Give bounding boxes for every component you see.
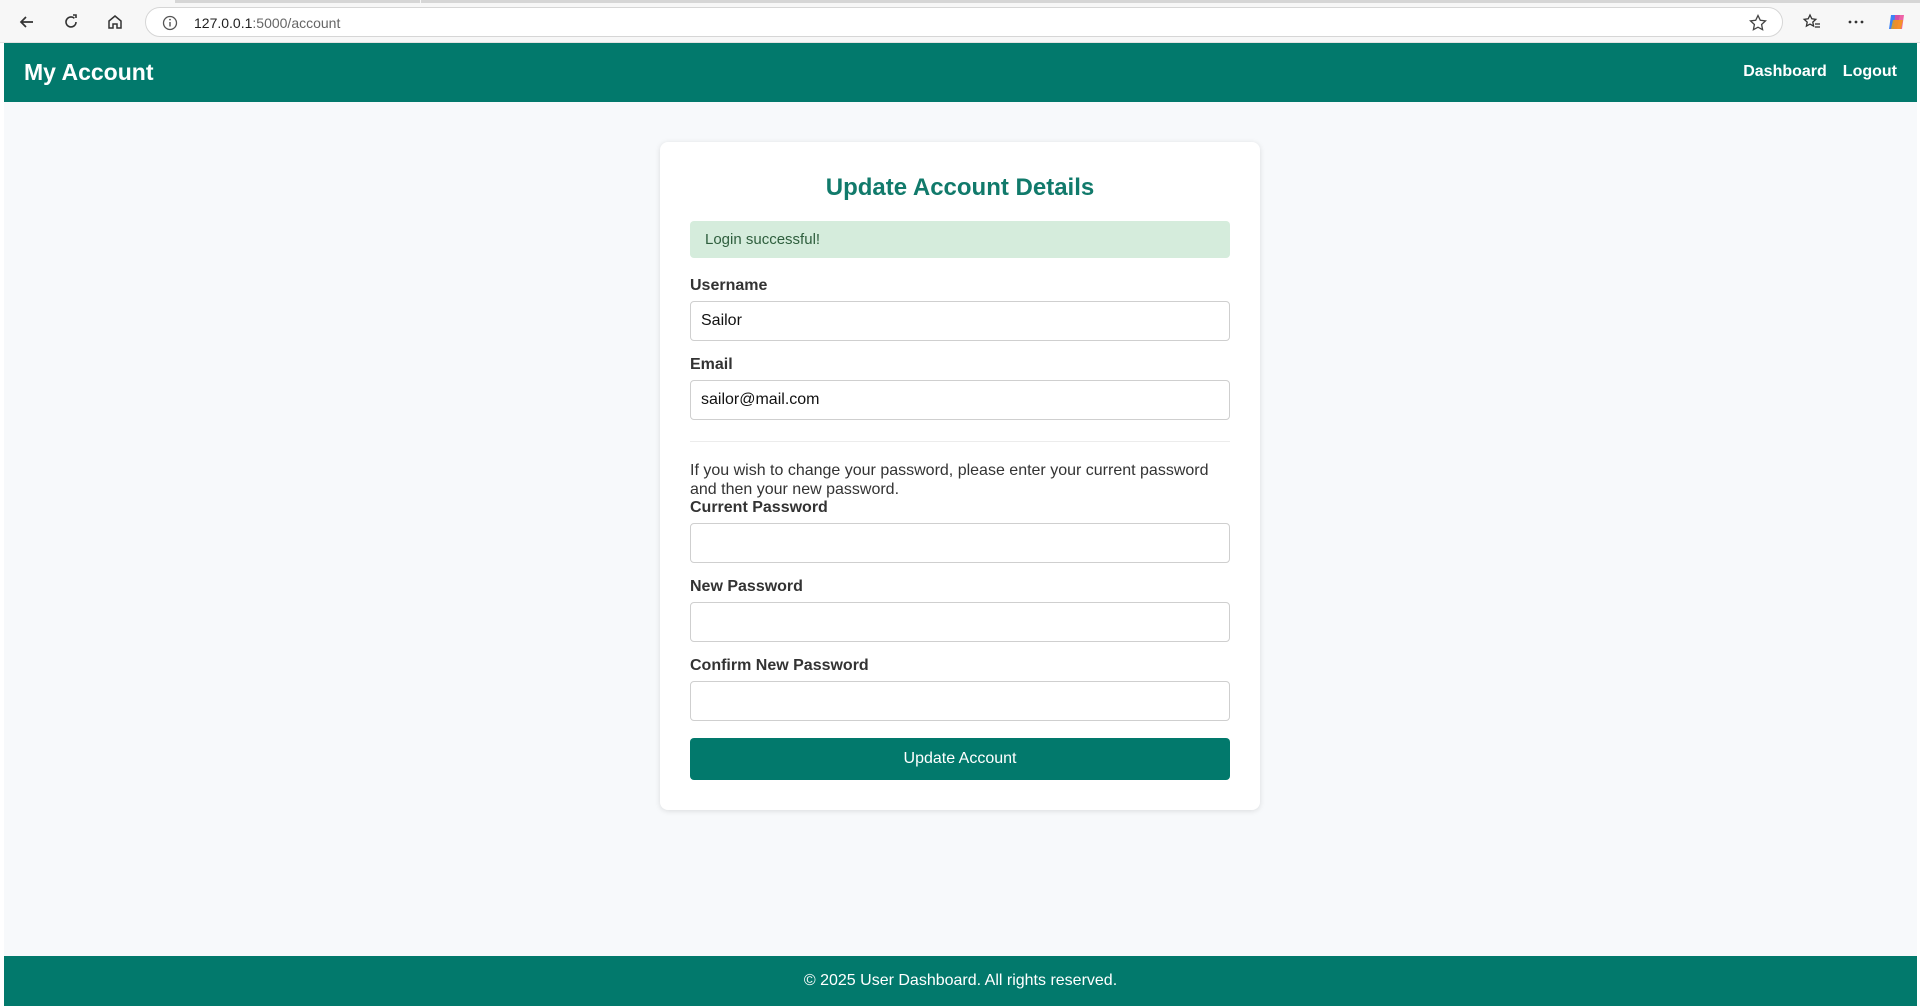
current-password-label: Current Password (690, 499, 828, 516)
dashboard-link[interactable]: Dashboard (1743, 63, 1827, 81)
confirm-password-label: Confirm New Password (690, 657, 869, 674)
success-alert: Login successful! (690, 221, 1230, 258)
address-bar[interactable]: 127.0.0.1:5000/account (145, 7, 1783, 37)
email-input[interactable] (690, 380, 1230, 420)
account-form-card: Update Account Details Login successful!… (660, 142, 1260, 810)
star-icon[interactable] (1748, 13, 1768, 33)
copilot-icon[interactable] (1880, 8, 1914, 36)
form-title: Update Account Details (825, 174, 1095, 201)
username-input[interactable] (690, 301, 1230, 341)
logout-link[interactable]: Logout (1843, 63, 1897, 81)
browser-toolbar: 127.0.0.1:5000/account (0, 0, 1920, 43)
tab-strip-left (175, 0, 420, 3)
email-label: Email (690, 356, 733, 373)
app-page: My Account Dashboard Logout Update Accou… (4, 43, 1917, 1006)
url-text: 127.0.0.1:5000/account (194, 15, 340, 31)
tab-strip-right (421, 0, 1920, 3)
current-password-input[interactable] (690, 523, 1230, 563)
back-icon[interactable] (8, 8, 46, 36)
divider (690, 441, 1230, 442)
new-password-input[interactable] (690, 602, 1230, 642)
new-password-label: New Password (690, 578, 803, 595)
app-footer: © 2025 User Dashboard. All rights reserv… (4, 956, 1917, 1006)
app-header: My Account Dashboard Logout (4, 43, 1917, 102)
home-icon[interactable] (96, 8, 134, 36)
password-help-text: If you wish to change your password, ple… (690, 462, 1209, 498)
page-title: My Account (24, 59, 154, 85)
header-nav: Dashboard Logout (1743, 63, 1897, 81)
favorites-icon[interactable] (1795, 8, 1829, 36)
confirm-password-input[interactable] (690, 681, 1230, 721)
url-host: 127.0.0.1 (194, 15, 253, 31)
info-icon[interactable] (161, 14, 179, 32)
username-label: Username (690, 277, 768, 294)
more-icon[interactable] (1839, 8, 1873, 36)
url-path: :5000/account (252, 15, 341, 31)
reload-icon[interactable] (52, 8, 90, 36)
update-account-button[interactable]: Update Account (690, 738, 1230, 780)
